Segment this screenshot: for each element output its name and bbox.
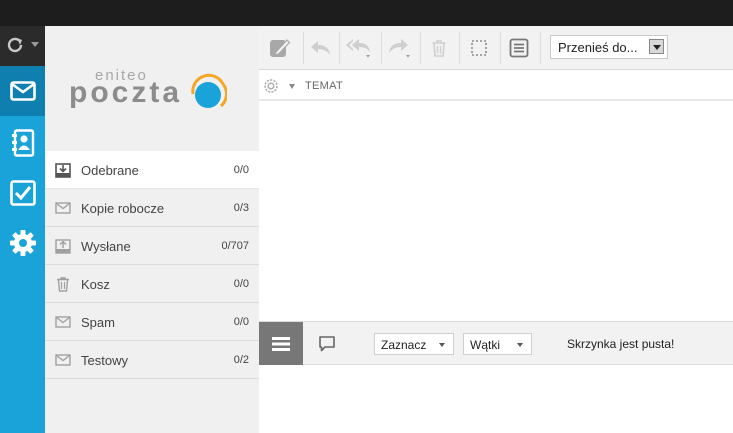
chat-icon[interactable] — [317, 334, 337, 354]
menu-button[interactable] — [259, 322, 303, 365]
outbox-icon — [55, 239, 71, 254]
trash-icon — [432, 40, 446, 57]
chevron-down-icon — [439, 343, 445, 347]
rail-item-settings[interactable] — [0, 218, 45, 268]
envelope-icon — [55, 354, 71, 366]
folder-count: 0/2 — [233, 354, 249, 366]
dropdown-arrow-icon — [649, 39, 664, 54]
hamburger-icon — [272, 336, 290, 351]
folder-name: Odebrane — [81, 163, 139, 178]
threads-dropdown-label: Wątki — [470, 338, 500, 352]
chevron-down-icon — [517, 343, 523, 347]
folder-wyslane[interactable]: Wysłane 0/707 — [45, 227, 259, 265]
gear-icon — [9, 230, 36, 256]
folder-kosz[interactable]: Kosz 0/0 — [45, 265, 259, 303]
refresh-menu-caret-icon[interactable] — [31, 42, 39, 47]
folder-spam[interactable]: Spam 0/0 — [45, 303, 259, 341]
list-view-button[interactable] — [502, 33, 536, 63]
folder-name: Kosz — [81, 277, 110, 292]
folder-count: 0/0 — [233, 278, 249, 290]
folder-name: Spam — [81, 315, 115, 330]
folder-sidebar: eniteo poczta Odebrane 0/0 Kopie robocze… — [45, 26, 259, 433]
forward-icon — [389, 39, 410, 58]
app-logo: eniteo poczta — [69, 64, 239, 114]
folder-list: Odebrane 0/0 Kopie robocze 0/3 Wysłane 0… — [45, 151, 259, 379]
move-to-select[interactable]: Przenieś do... — [550, 35, 668, 59]
folder-testowy[interactable]: Testowy 0/2 — [45, 341, 259, 379]
list-footer-bar: Zaznacz Wątki Skrzynka jest pusta! — [259, 321, 733, 365]
toolbar-separator — [381, 32, 382, 64]
folder-count: 0/0 — [233, 316, 249, 328]
checkbox-icon — [9, 180, 36, 206]
compose-button[interactable] — [263, 33, 297, 63]
rail-item-contacts[interactable] — [0, 118, 45, 168]
column-header-subject[interactable]: TEMAT — [305, 80, 343, 92]
folder-kopie-robocze[interactable]: Kopie robocze 0/3 — [45, 189, 259, 227]
logo-circle-icon — [191, 73, 227, 108]
refresh-icon[interactable] — [4, 34, 26, 56]
reply-all-button[interactable] — [342, 33, 376, 63]
refresh-area — [0, 26, 45, 66]
message-toolbar: Przenieś do... — [259, 26, 733, 70]
logo-big-text: poczta — [69, 76, 183, 109]
toolbar-separator — [420, 32, 421, 64]
list-icon — [509, 38, 529, 58]
toolbar-separator — [339, 32, 340, 64]
move-to-label: Przenieś do... — [558, 40, 638, 55]
toolbar-separator — [540, 32, 541, 64]
compose-icon — [270, 39, 291, 57]
select-dropdown-label: Zaznacz — [381, 338, 427, 352]
select-mode-button[interactable] — [462, 33, 496, 63]
folder-odebrane[interactable]: Odebrane 0/0 — [45, 151, 259, 189]
empty-mailbox-message: Skrzynka jest pusta! — [567, 337, 675, 351]
message-list — [259, 103, 733, 321]
reply-button[interactable] — [304, 33, 338, 63]
contacts-icon — [11, 129, 34, 157]
toolbar-separator — [459, 32, 460, 64]
delete-button[interactable] — [422, 33, 456, 63]
message-preview-pane — [259, 366, 733, 433]
message-list-header: TEMAT — [259, 71, 733, 101]
gear-icon[interactable] — [263, 78, 279, 94]
envelope-icon — [9, 81, 36, 101]
top-bar — [0, 0, 733, 26]
folder-count: 0/707 — [221, 240, 249, 252]
select-icon — [471, 40, 487, 56]
folder-name: Kopie robocze — [81, 201, 165, 216]
envelope-icon — [55, 316, 71, 328]
folder-name: Wysłane — [81, 239, 131, 254]
folder-count: 0/3 — [233, 202, 249, 214]
reply-icon — [311, 41, 330, 55]
threads-dropdown[interactable]: Wątki — [463, 333, 532, 355]
toolbar-separator — [500, 32, 501, 64]
folder-name: Testowy — [81, 353, 128, 368]
app-rail — [0, 26, 45, 433]
select-dropdown[interactable]: Zaznacz — [374, 333, 454, 355]
reply-all-icon — [346, 39, 370, 58]
rail-item-mail[interactable] — [0, 66, 45, 116]
trash-icon — [57, 277, 69, 292]
inbox-icon — [55, 163, 71, 178]
rail-item-tasks[interactable] — [0, 168, 45, 218]
forward-button[interactable] — [383, 33, 417, 63]
folder-count: 0/0 — [233, 164, 249, 176]
column-options-caret-icon[interactable] — [289, 84, 295, 89]
envelope-icon — [55, 202, 71, 214]
